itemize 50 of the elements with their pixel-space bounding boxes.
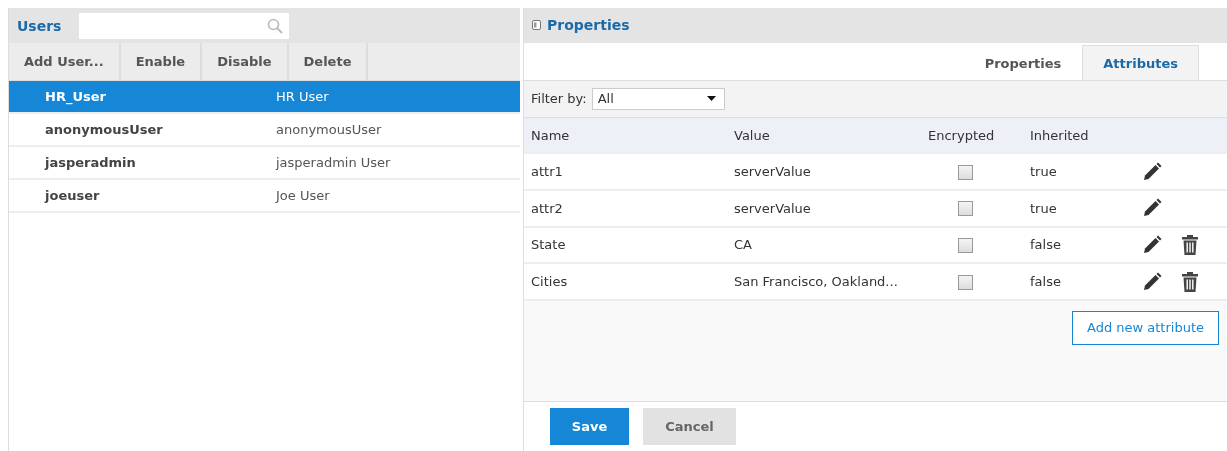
table-cell-text: false xyxy=(1030,274,1062,290)
trash-icon[interactable] xyxy=(1182,234,1198,255)
username: jasperadmin xyxy=(43,155,137,170)
full-name: HR User xyxy=(276,89,329,104)
user-row[interactable]: joeuser Joe User xyxy=(9,180,520,213)
cancel-button[interactable]: Cancel xyxy=(643,407,736,445)
add-attribute-button[interactable]: Add new attribute xyxy=(1072,310,1219,345)
full-name: Joe User xyxy=(276,188,330,203)
panel-icon xyxy=(532,20,541,31)
checkbox[interactable] xyxy=(958,274,973,290)
checkbox[interactable] xyxy=(958,237,973,253)
username: joeuser xyxy=(43,188,101,203)
filter-label: Filter by: xyxy=(531,91,587,107)
user-row[interactable]: HR_User HR User xyxy=(9,81,520,114)
search-icon xyxy=(267,17,284,34)
save-button[interactable]: Save xyxy=(550,407,629,445)
checkbox[interactable] xyxy=(958,164,973,180)
table-cell-text: true xyxy=(1030,164,1058,180)
table-cell-text: true xyxy=(1030,200,1058,216)
edit-icon[interactable] xyxy=(1142,271,1162,292)
full-name: anonymousUser xyxy=(276,122,382,137)
table-cell-text: State xyxy=(531,237,567,253)
edit-icon[interactable] xyxy=(1142,198,1162,219)
column-header: Inherited xyxy=(1030,127,1090,143)
filter-dropdown[interactable]: All xyxy=(591,88,725,110)
user-row[interactable]: anonymousUser anonymousUser xyxy=(9,114,520,147)
table-cell-text: serverValue xyxy=(734,200,812,216)
column-header: Value xyxy=(734,127,771,143)
edit-icon[interactable] xyxy=(1142,161,1162,182)
full-name: jasperadmin User xyxy=(276,155,391,170)
panel-title: Properties xyxy=(547,17,630,34)
edit-icon[interactable] xyxy=(1142,234,1162,255)
table-cell-text: San Francisco, Oakland... xyxy=(734,274,899,290)
username: HR_User xyxy=(44,89,107,104)
table-cell-text: attr2 xyxy=(531,200,564,216)
username: anonymousUser xyxy=(44,122,164,137)
tab[interactable]: Attributes xyxy=(1082,45,1199,81)
column-header: Name xyxy=(531,127,571,143)
table-cell-text: attr1 xyxy=(531,164,564,180)
table-cell-text: serverValue xyxy=(734,164,812,180)
checkbox[interactable] xyxy=(958,201,973,217)
caret-icon xyxy=(706,96,716,102)
table-cell-text: CA xyxy=(734,237,753,253)
user-row[interactable]: jasperadmin jasperadmin User xyxy=(9,147,520,180)
table-cell-text: false xyxy=(1030,237,1062,253)
column-header: Encrypted xyxy=(928,127,996,143)
table-cell-text: Cities xyxy=(531,274,569,290)
search-field[interactable] xyxy=(79,12,290,39)
trash-icon[interactable] xyxy=(1182,271,1198,292)
panel-title: Users xyxy=(17,17,62,34)
